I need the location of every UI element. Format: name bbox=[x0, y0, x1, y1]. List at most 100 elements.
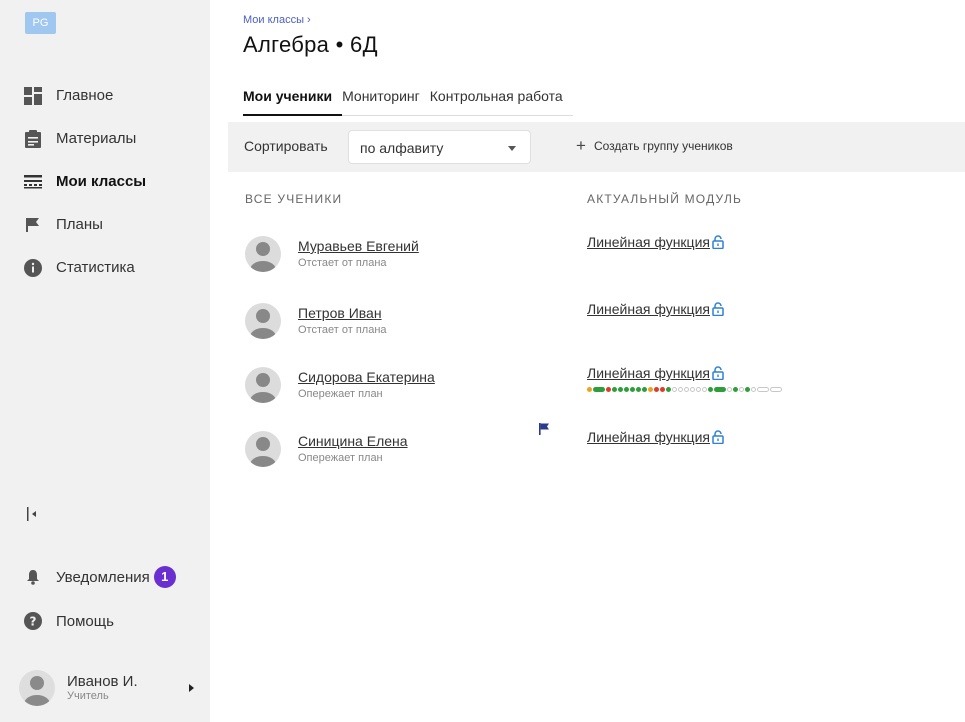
progress-dot bbox=[624, 387, 629, 392]
sidebar-item-statistics[interactable]: Статистика bbox=[24, 246, 146, 289]
progress-dot bbox=[666, 387, 671, 392]
user-menu[interactable]: Иванов И. Учитель bbox=[19, 670, 194, 706]
help-button[interactable]: ? Помощь bbox=[24, 612, 114, 630]
sort-select[interactable]: по алфавиту bbox=[348, 130, 531, 164]
sidebar-item-label: Главное bbox=[56, 87, 114, 104]
student-row: Синицина Елена Опережает план Линейная ф… bbox=[245, 423, 845, 481]
sidebar-item-main[interactable]: Главное bbox=[24, 74, 146, 117]
sidebar-item-materials[interactable]: Материалы bbox=[24, 117, 146, 160]
progress-dot bbox=[751, 387, 756, 392]
flag-icon bbox=[24, 216, 42, 234]
classes-icon bbox=[24, 173, 42, 191]
progress-dot bbox=[733, 387, 738, 392]
create-group-button[interactable]: + Создать группу учеников bbox=[576, 136, 733, 155]
progress-dot bbox=[660, 387, 665, 392]
plus-icon: + bbox=[576, 136, 586, 155]
sidebar-item-label: Планы bbox=[56, 216, 103, 233]
avatar bbox=[245, 431, 281, 467]
progress-dot bbox=[690, 387, 695, 392]
progress-dot bbox=[684, 387, 689, 392]
progress-dot bbox=[654, 387, 659, 392]
column-header-module: АКТУАЛЬНЫЙ МОДУЛЬ bbox=[587, 192, 743, 206]
create-group-label: Создать группу учеников bbox=[593, 139, 733, 153]
tab-monitoring[interactable]: Мониторинг bbox=[342, 82, 430, 116]
progress-dot bbox=[708, 387, 713, 392]
avatar bbox=[245, 303, 281, 339]
sort-select-value: по алфавиту bbox=[360, 140, 444, 156]
progress-dot bbox=[696, 387, 701, 392]
student-status: Опережает план bbox=[298, 452, 383, 464]
collapse-sidebar-icon[interactable] bbox=[26, 506, 40, 526]
notifications-label: Уведомления bbox=[56, 568, 150, 586]
progress-dot bbox=[739, 387, 744, 392]
progress-segment bbox=[770, 387, 782, 392]
clipboard-icon bbox=[24, 129, 42, 148]
progress-dot bbox=[587, 387, 592, 392]
info-icon bbox=[24, 258, 42, 277]
student-name-link[interactable]: Петров Иван bbox=[298, 305, 382, 321]
module-name: Линейная функция bbox=[587, 365, 710, 381]
column-header-students: ВСЕ УЧЕНИКИ bbox=[245, 192, 343, 206]
progress-segment bbox=[714, 387, 726, 392]
progress-segment bbox=[757, 387, 769, 392]
student-status: Отстает от плана bbox=[298, 324, 387, 336]
progress-dot bbox=[612, 387, 617, 392]
user-role: Учитель bbox=[67, 690, 109, 702]
student-row: Муравьев Евгений Отстает от плана Линейн… bbox=[245, 234, 845, 286]
sidebar-nav: Главное Материалы Мои классы Планы Стати… bbox=[24, 74, 146, 289]
avatar bbox=[19, 670, 55, 706]
student-status: Отстает от плана bbox=[298, 257, 387, 269]
avatar bbox=[245, 367, 281, 403]
unlock-icon bbox=[712, 366, 724, 380]
student-name-link[interactable]: Сидорова Екатерина bbox=[298, 369, 435, 385]
avatar bbox=[245, 236, 281, 272]
progress-segment bbox=[593, 387, 605, 392]
sidebar-item-classes[interactable]: Мои классы bbox=[24, 160, 146, 203]
tabs: Мои ученики Мониторинг Контрольная работ… bbox=[243, 82, 573, 116]
tab-test[interactable]: Контрольная работа bbox=[430, 82, 573, 116]
progress-dot bbox=[630, 387, 635, 392]
student-name-link[interactable]: Муравьев Евгений bbox=[298, 238, 419, 254]
sidebar-item-label: Мои классы bbox=[56, 173, 147, 190]
flag-icon[interactable] bbox=[538, 423, 550, 435]
help-icon: ? bbox=[24, 612, 42, 630]
student-row: Петров Иван Отстает от плана Линейная фу… bbox=[245, 301, 845, 353]
unlock-icon bbox=[712, 302, 724, 316]
module-name: Линейная функция bbox=[587, 301, 710, 317]
progress-dot bbox=[678, 387, 683, 392]
student-name-link[interactable]: Синицина Елена bbox=[298, 433, 408, 449]
page-title: Алгебра • 6Д bbox=[243, 32, 378, 57]
progress-dot bbox=[702, 387, 707, 392]
module-progress-bar bbox=[587, 387, 782, 392]
sidebar-item-label: Материалы bbox=[56, 130, 137, 147]
notifications-badge: 1 bbox=[153, 566, 176, 588]
svg-text:?: ? bbox=[30, 615, 37, 629]
tab-my-students[interactable]: Мои ученики bbox=[243, 82, 343, 116]
user-name: Иванов И. bbox=[67, 673, 138, 690]
progress-dot bbox=[636, 387, 641, 392]
chevron-down-icon bbox=[508, 146, 516, 151]
module-link[interactable]: Линейная функция bbox=[587, 301, 724, 317]
sidebar-item-plans[interactable]: Планы bbox=[24, 203, 146, 246]
progress-dot bbox=[606, 387, 611, 392]
breadcrumb[interactable]: Мои классы › bbox=[243, 14, 311, 26]
module-link[interactable]: Линейная функция bbox=[587, 234, 724, 250]
module-name: Линейная функция bbox=[587, 429, 710, 445]
module-link[interactable]: Линейная функция bbox=[587, 429, 724, 445]
breadcrumb-link[interactable]: Мои классы bbox=[243, 14, 304, 26]
module-link[interactable]: Линейная функция bbox=[587, 365, 724, 381]
unlock-icon bbox=[712, 235, 724, 249]
progress-dot bbox=[727, 387, 732, 392]
progress-dot bbox=[648, 387, 653, 392]
progress-dot bbox=[642, 387, 647, 392]
bell-icon bbox=[24, 568, 42, 586]
sort-label: Сортировать bbox=[244, 138, 328, 154]
progress-dot bbox=[672, 387, 677, 392]
app-logo[interactable]: PG bbox=[25, 12, 56, 34]
progress-dot bbox=[618, 387, 623, 392]
notifications-button[interactable]: Уведомления 1 bbox=[24, 566, 176, 588]
sidebar: PG Главное Материалы Мои классы Планы Ст… bbox=[0, 0, 210, 722]
dashboard-icon bbox=[24, 86, 42, 105]
module-name: Линейная функция bbox=[587, 234, 710, 250]
help-label: Помощь bbox=[56, 612, 114, 630]
